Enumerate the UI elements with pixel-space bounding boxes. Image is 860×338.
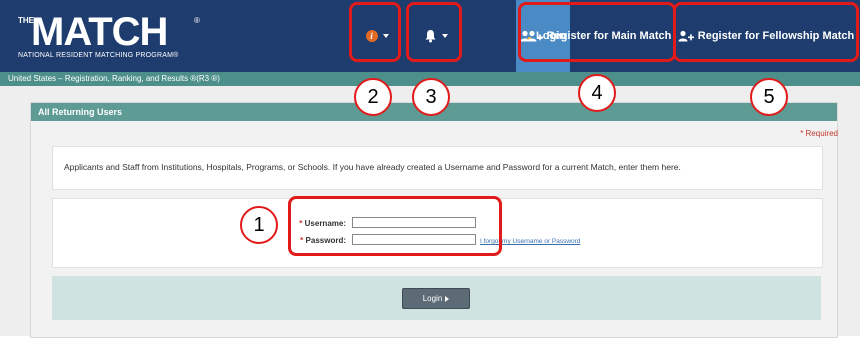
- highlight-register-fellowship: [673, 2, 859, 62]
- login-button[interactable]: Login: [402, 288, 470, 309]
- match-logo[interactable]: THE MATCH ® NATIONAL RESIDENT MATCHING P…: [18, 10, 228, 64]
- logo-match-text: MATCH: [31, 10, 168, 54]
- logo-the-text: THE: [18, 16, 34, 25]
- play-arrow-icon: [445, 295, 450, 302]
- intro-text: Applicants and Staff from Institutions, …: [64, 162, 681, 172]
- logo-subtitle: NATIONAL RESIDENT MATCHING PROGRAM®: [18, 52, 179, 59]
- callout-5: 5: [750, 78, 788, 116]
- required-note: * Required: [800, 129, 838, 138]
- callout-1: 1: [240, 206, 278, 244]
- callout-2: 2: [354, 78, 392, 116]
- highlight-notifications-menu: [406, 2, 462, 62]
- highlight-info-menu: [349, 2, 401, 62]
- callout-4: 4: [578, 74, 616, 112]
- highlight-login-form: [288, 196, 502, 256]
- logo-registered-mark: ®: [194, 16, 200, 25]
- highlight-register-main: [518, 2, 676, 62]
- breadcrumb-text: United States – Registration, Ranking, a…: [8, 74, 220, 83]
- callout-3: 3: [412, 78, 450, 116]
- panel-title: All Returning Users: [38, 107, 123, 117]
- login-button-label: Login: [422, 294, 443, 303]
